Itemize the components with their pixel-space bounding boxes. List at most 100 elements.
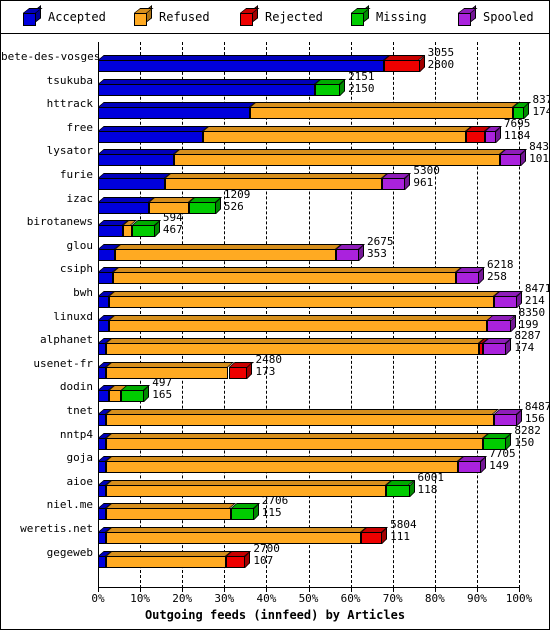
x-tick-label-80pct: 80% xyxy=(424,592,445,605)
bar-izac xyxy=(98,196,519,214)
bar-segment-accepted xyxy=(98,130,204,143)
bar-value-secondary-httrack: 1747 xyxy=(532,105,550,119)
bar-value-secondary-niel.me: 115 xyxy=(261,506,282,520)
bar-segment-side-face xyxy=(481,456,487,474)
bar-segment-refused xyxy=(106,555,227,568)
bar-value-secondary-nntp4: 150 xyxy=(514,435,535,449)
bar-segment-accepted xyxy=(98,508,107,521)
bar-value-secondary-goja: 149 xyxy=(489,459,509,473)
bar-segment-spooled xyxy=(500,154,522,167)
bar-segment-accepted xyxy=(98,272,113,285)
bar-segment-accepted xyxy=(98,390,109,403)
legend-item-accepted: Accepted xyxy=(23,4,106,26)
bar-segment-missing xyxy=(314,83,341,96)
legend-label: Refused xyxy=(159,10,210,24)
bar-segment-side-face xyxy=(144,385,150,403)
bar-value-secondary-aioe: 118 xyxy=(417,482,438,496)
legend-label: Missing xyxy=(376,10,427,24)
x-tick-label-70pct: 70% xyxy=(382,592,403,605)
bar-value-secondary-dodin: 165 xyxy=(152,388,173,402)
y-axis-label-free: free xyxy=(66,120,94,134)
cube-icon xyxy=(134,4,154,26)
bar-segment-spooled xyxy=(483,343,507,356)
bar-segment-accepted xyxy=(98,248,115,261)
bar-value-total-bete-des-vosges: 3055 xyxy=(427,46,455,59)
y-axis-label-glou: glou xyxy=(66,238,94,252)
chart-axes xyxy=(98,42,531,588)
y-axis-label-tnet: tnet xyxy=(66,404,94,417)
bar-glou xyxy=(98,243,519,261)
bar-value-total-birotanews: 594 xyxy=(162,211,183,225)
bar-value-secondary-usenet-fr: 173 xyxy=(255,364,276,378)
bar-segment-refused xyxy=(106,484,387,497)
bar-segment-side-face xyxy=(479,267,484,285)
bar-segment-refused xyxy=(106,414,494,426)
bar-value-total-furie: 5300 xyxy=(413,164,440,177)
bar-value-secondary-tnet: 156 xyxy=(524,412,545,425)
bar-value-total-httrack: 8370 xyxy=(532,93,550,107)
bar-segment-accepted xyxy=(98,225,124,238)
bar-segment-accepted xyxy=(98,178,166,190)
bar-segment-accepted xyxy=(98,83,315,96)
bar-linuxd xyxy=(98,314,519,332)
bar-value-secondary-tsukuba: 2150 xyxy=(348,81,375,95)
legend-item-refused: Refused xyxy=(134,4,210,26)
legend-label: Spooled xyxy=(483,10,534,24)
y-axis-label-izac: izac xyxy=(66,191,94,205)
bar-segment-side-face xyxy=(405,173,411,190)
x-tick-label-30pct: 30% xyxy=(214,592,235,605)
cube-icon xyxy=(23,4,43,26)
bar-segment-spooled xyxy=(455,272,479,285)
chart-plot-area: bete-des-vosges 3055 2800 tsukuba 2151 2150 ht… xyxy=(1,34,550,628)
bar-value-total-izac: 1209 xyxy=(223,187,251,201)
bar-birotanews xyxy=(98,220,519,238)
bar-segment-side-face xyxy=(359,243,365,261)
bar-segment-rejected xyxy=(228,366,248,379)
bar-segment-spooled xyxy=(335,248,359,261)
x-tick-label-10pct: 10% xyxy=(130,592,151,605)
bar-value-secondary-alphanet: 174 xyxy=(514,341,535,355)
bar-furie xyxy=(98,173,519,190)
chart-x-axis-title: Outgoing feeds (innfeed) by Articles xyxy=(144,608,406,622)
x-tick-label-90pct: 90% xyxy=(466,592,487,605)
bar-nntp4 xyxy=(98,432,519,450)
bar-usenet-fr xyxy=(98,361,519,379)
bar-bete-des-vosges xyxy=(98,55,519,72)
bar-segment-refused xyxy=(112,272,456,285)
bar-value-secondary-linuxd: 199 xyxy=(518,317,539,331)
bar-segment-accepted xyxy=(98,319,109,332)
bar-tnet xyxy=(98,409,523,426)
bar-value-secondary-gegeweb: 107 xyxy=(253,553,274,567)
bar-segment-missing xyxy=(230,508,254,521)
y-axis-label-weretis.net: weretis.net xyxy=(20,522,93,535)
y-axis-label-birotanews: birotanews xyxy=(26,215,93,229)
bar-value-secondary-bwh: 214 xyxy=(524,294,545,307)
bar-segment-side-face xyxy=(382,527,388,544)
bar-segment-spooled xyxy=(493,296,517,308)
x-tick-label-100pct: 100% xyxy=(505,592,533,605)
bar-niel.me xyxy=(98,503,519,521)
bar-segment-refused xyxy=(108,319,488,332)
legend-label: Accepted xyxy=(48,10,106,24)
bar-segment-spooled xyxy=(457,461,482,474)
bar-value-total-weretis.net: 5804 xyxy=(390,518,417,531)
bar-value-total-linuxd: 8350 xyxy=(518,305,546,319)
bar-segment-missing xyxy=(386,484,410,497)
bar-goja xyxy=(98,456,519,474)
bar-value-total-usenet-fr: 2480 xyxy=(255,352,282,366)
bar-gegeweb xyxy=(98,550,519,568)
y-axis-label-goja: goja xyxy=(66,451,94,465)
bar-segment-accepted xyxy=(98,484,107,497)
legend-label: Rejected xyxy=(265,10,323,24)
bar-segment-side-face xyxy=(154,220,160,238)
bar-value-total-bwh: 8471 xyxy=(524,282,550,295)
bar-aioe xyxy=(98,479,519,497)
y-axis-label-nntp4: nntp4 xyxy=(59,427,93,441)
bar-value-secondary-glou: 353 xyxy=(367,246,387,260)
y-axis-label-tsukuba: tsukuba xyxy=(46,73,93,87)
bar-segment-accepted xyxy=(98,532,107,544)
bar-value-secondary-lysator: 1015 xyxy=(529,152,550,166)
x-tick-label-40pct: 40% xyxy=(256,592,277,605)
bar-segment-accepted xyxy=(98,296,109,308)
bar-segment-refused xyxy=(203,130,467,143)
